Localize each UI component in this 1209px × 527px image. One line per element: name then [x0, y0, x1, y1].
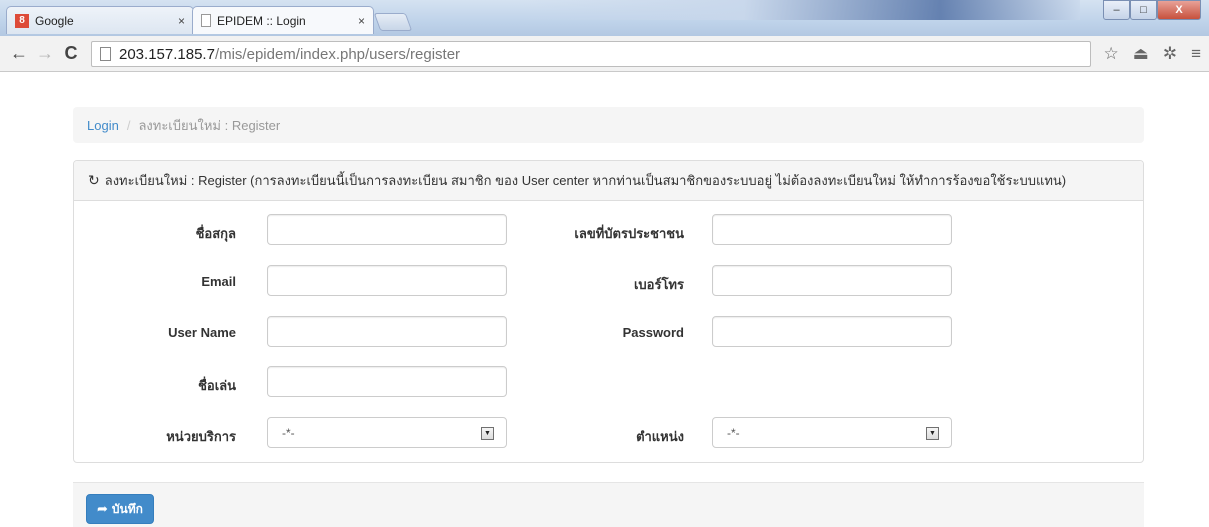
email-input[interactable]: [267, 265, 507, 296]
position-selected-value: -*-: [727, 425, 740, 440]
refresh-icon: ↻: [88, 172, 100, 188]
panel-title: ลงทะเบียนใหม่ : Register (การลงทะเบียนนี…: [104, 173, 1067, 188]
google-plus-icon: 8: [15, 13, 29, 28]
id-card-label: เลขที่บัตรประชาชน: [574, 226, 684, 241]
phone-label: เบอร์โทร: [633, 277, 684, 292]
id-card-input[interactable]: [712, 214, 952, 245]
bookmark-star-icon[interactable]: ☆: [1104, 44, 1119, 64]
menu-icon[interactable]: ≡: [1191, 44, 1201, 64]
phone-input[interactable]: [712, 265, 952, 296]
position-label: ตำแหน่ง: [636, 429, 684, 444]
panel-heading: ↻ ลงทะเบียนใหม่ : Register (การลงทะเบียน…: [74, 161, 1143, 201]
extension-bug-icon[interactable]: ✲: [1163, 44, 1177, 64]
nickname-label: ชื่อเล่น: [198, 378, 236, 393]
toolbar-actions: ☆ ⏏ ✲ ≡: [1104, 44, 1201, 64]
password-input[interactable]: [712, 316, 952, 347]
fullname-input[interactable]: [267, 214, 507, 245]
unit-select[interactable]: -*- ▼: [267, 417, 507, 448]
new-tab-button[interactable]: [373, 13, 413, 31]
save-button[interactable]: ➦ บันทึก: [86, 494, 154, 524]
fullname-label: ชื่อสกุล: [195, 226, 236, 241]
minimize-button[interactable]: –: [1103, 0, 1130, 20]
breadcrumb-login-link[interactable]: Login: [87, 118, 119, 133]
forward-arrow-icon[interactable]: →: [34, 43, 56, 65]
email-label: Email: [201, 274, 236, 289]
register-panel: ↻ ลงทะเบียนใหม่ : Register (การลงทะเบียน…: [73, 160, 1144, 463]
page-icon: [100, 47, 111, 61]
form-footer: ➦ บันทึก: [73, 482, 1144, 527]
tab-title: Google: [35, 13, 74, 28]
password-label: Password: [622, 325, 684, 340]
dropdown-arrow-icon[interactable]: ▼: [926, 427, 939, 440]
browser-tabstrip: 8 Google × EPIDEM :: Login × – □ X: [0, 0, 1209, 36]
tab-epidem-login[interactable]: EPIDEM :: Login ×: [192, 6, 374, 34]
window-controls: – □ X: [1103, 0, 1201, 20]
unit-selected-value: -*-: [282, 425, 295, 440]
close-tab-icon[interactable]: ×: [178, 14, 185, 28]
save-icon: ➦: [97, 501, 108, 516]
tab-google[interactable]: 8 Google ×: [6, 6, 194, 34]
close-tab-icon[interactable]: ×: [358, 14, 365, 28]
page-icon: [201, 14, 211, 27]
breadcrumb-current: ลงทะเบียนใหม่ : Register: [138, 117, 281, 133]
maximize-button[interactable]: □: [1130, 0, 1157, 20]
url-host: 203.157.185.7: [119, 45, 215, 63]
nickname-input[interactable]: [267, 366, 507, 397]
username-input[interactable]: [267, 316, 507, 347]
reload-icon[interactable]: C: [60, 43, 82, 65]
back-arrow-icon[interactable]: ←: [8, 43, 30, 65]
save-button-label: บันทึก: [111, 501, 143, 516]
address-bar[interactable]: 203.157.185.7/mis/epidem/index.php/users…: [91, 41, 1091, 67]
unit-label: หน่วยบริการ: [166, 429, 236, 444]
titlebar-background: [520, 0, 1080, 20]
extension-icon[interactable]: ⏏: [1133, 44, 1149, 64]
browser-toolbar: ← → C 203.157.185.7/mis/epidem/index.php…: [0, 36, 1209, 72]
breadcrumb-separator: /: [126, 117, 131, 133]
close-window-button[interactable]: X: [1157, 0, 1201, 20]
url-path: /mis/epidem/index.php/users/register: [214, 45, 461, 63]
breadcrumb: Login / ลงทะเบียนใหม่ : Register: [73, 107, 1144, 143]
position-select[interactable]: -*- ▼: [712, 417, 952, 448]
dropdown-arrow-icon[interactable]: ▼: [481, 427, 494, 440]
username-label: User Name: [168, 325, 236, 340]
tab-title: EPIDEM :: Login: [217, 13, 306, 28]
